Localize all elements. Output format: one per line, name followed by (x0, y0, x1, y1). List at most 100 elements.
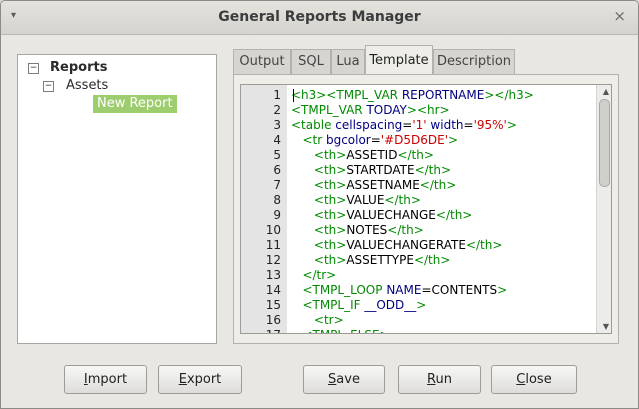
line-number: 3 (273, 118, 281, 132)
code-token: <th> (291, 253, 347, 267)
code-token: <th> (291, 193, 347, 207)
button-label-rest: xport (186, 372, 222, 387)
code-line: <TMPL_LOOP NAME=CONTENTS> (291, 283, 507, 298)
code-token: VALUECHANGE (346, 208, 436, 222)
line-number: 1 (273, 88, 281, 102)
code-token: </th> (414, 163, 452, 177)
code-line: <h3><TMPL_VAR REPORTNAME></h3> (291, 88, 534, 103)
line-number: 4 (273, 133, 281, 147)
code-token: ASSETNAME (346, 178, 420, 192)
line-number: 6 (273, 163, 281, 177)
mnemonic-letter: C (516, 372, 526, 387)
scrollbar-thumb[interactable] (599, 99, 610, 187)
code-token: VALUE (346, 193, 385, 207)
code-line: <TMPL_ELSE> (291, 328, 389, 333)
line-number: 5 (273, 148, 281, 162)
button-label-rest: lose (525, 372, 552, 387)
tab-description[interactable]: Description (433, 49, 515, 74)
code-token: __ODD__ (364, 298, 417, 312)
text-cursor (293, 89, 294, 102)
line-number: 17 (241, 328, 281, 333)
code-line: <th>ASSETID</th> (291, 148, 434, 163)
code-token: width (430, 118, 464, 132)
code-token: <TMPL_LOOP (291, 283, 387, 297)
code-token: = (463, 118, 474, 132)
code-line: <TMPL_VAR TODAY><hr> (291, 103, 450, 118)
code-token: ASSETID (346, 148, 398, 162)
code-token: REPORTNAME (401, 88, 485, 102)
line-number-gutter: 1234567891011121314151617 (241, 85, 287, 333)
code-token: bgcolor (325, 133, 371, 147)
run-button[interactable]: Run (398, 365, 481, 394)
code-token: </th> (419, 178, 457, 192)
code-line: </tr> (291, 268, 336, 283)
code-line: <th>ASSETNAME</th> (291, 178, 456, 193)
code-line: <th>VALUECHANGE</th> (291, 208, 472, 223)
code-token: </th> (384, 193, 421, 207)
code-token: = (370, 133, 381, 147)
code-line: <th>VALUE</th> (291, 193, 421, 208)
scroll-down-icon[interactable]: ▼ (603, 322, 609, 331)
code-line: <th>NOTES</th> (291, 223, 424, 238)
code-token: <th> (291, 238, 347, 252)
code-token: <th> (291, 148, 347, 162)
code-token: '#D5D6DE' (380, 133, 449, 147)
vertical-scrollbar[interactable]: ▲ ▼ (596, 85, 611, 333)
code-token: <th> (291, 208, 347, 222)
code-token: <th> (291, 163, 347, 177)
line-number: 12 (265, 253, 281, 267)
close-button[interactable]: Close (491, 365, 577, 394)
code-line: <TMPL_IF __ODD__> (291, 298, 426, 313)
tab-lua[interactable]: Lua (331, 49, 365, 74)
template-editor[interactable]: 1234567891011121314151617 <h3><TMPL_VAR … (240, 84, 612, 334)
code-token: </th> (435, 208, 473, 222)
code-token: > (506, 118, 517, 132)
code-token: </th> (465, 238, 503, 252)
line-number: 8 (273, 193, 281, 207)
collapse-assets-icon[interactable]: − (43, 81, 54, 92)
line-number: 11 (265, 238, 281, 252)
tree-node-reports[interactable]: Reports (50, 59, 107, 77)
code-area[interactable]: <h3><TMPL_VAR REPORTNAME></h3> <TMPL_VAR … (291, 85, 595, 333)
tree-node-assets[interactable]: Assets (66, 77, 108, 95)
code-token: ></h3> (484, 88, 534, 102)
import-button[interactable]: Import (64, 365, 147, 394)
code-token: '1' (412, 118, 427, 132)
code-line: <tr> (291, 313, 344, 328)
code-token: STARTDATE (346, 163, 415, 177)
save-button[interactable]: Save (303, 365, 385, 394)
line-number: 7 (273, 178, 281, 192)
export-button[interactable]: Export (158, 365, 242, 394)
code-token: > (416, 298, 427, 312)
tab-sql[interactable]: SQL (291, 49, 331, 74)
line-number: 13 (265, 268, 281, 282)
report-tree[interactable]: − Reports − Assets New Report (17, 54, 217, 344)
code-token: </th> (387, 223, 424, 237)
code-line: <table cellspacing='1' width='95%'> (291, 118, 517, 133)
line-number: 2 (273, 103, 281, 117)
code-token: =CONTENTS (421, 283, 498, 297)
code-token: </th> (397, 148, 434, 162)
close-window-icon[interactable]: × (613, 7, 626, 25)
code-token: </tr> (291, 268, 337, 282)
code-line: <th>ASSETTYPE</th> (291, 253, 451, 268)
code-token: <th> (291, 223, 347, 237)
code-token: <h3><TMPL_VAR (291, 88, 402, 102)
line-number: 9 (273, 208, 281, 222)
tree-node-new-report[interactable]: New Report (93, 95, 177, 113)
button-label-rest: un (435, 372, 452, 387)
code-token: <TMPL_ELSE> (291, 328, 389, 333)
code-line: <tr bgcolor='#D5D6DE'> (291, 133, 458, 148)
code-line: <th>STARTDATE</th> (291, 163, 451, 178)
tab-output[interactable]: Output (233, 49, 291, 74)
code-token: NOTES (346, 223, 388, 237)
tab-template[interactable]: Template (365, 45, 433, 76)
code-token: cellspacing (335, 118, 403, 132)
code-token: > (448, 133, 459, 147)
code-token: <tr> (291, 313, 344, 327)
line-number: 16 (265, 313, 281, 327)
collapse-reports-icon[interactable]: − (28, 63, 39, 74)
code-token: NAME (386, 283, 422, 297)
window-title: General Reports Manager (218, 9, 421, 25)
scroll-up-icon[interactable]: ▲ (603, 87, 609, 96)
